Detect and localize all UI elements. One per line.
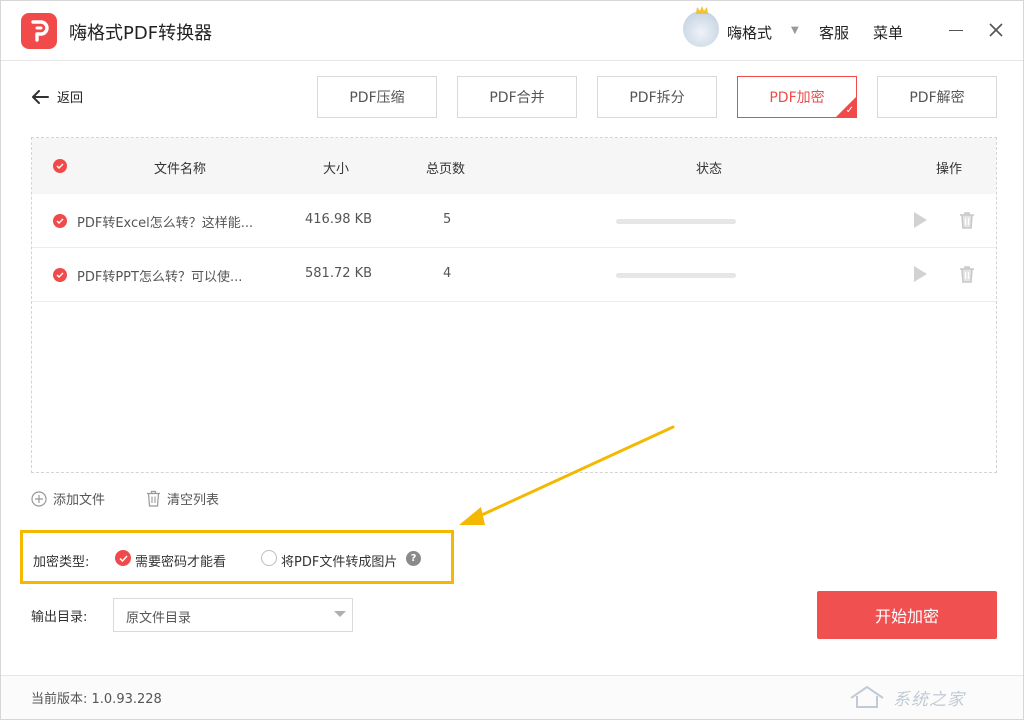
table-row[interactable]: PDF转Excel怎么转？这样能... 416.98 KB 5 <box>32 194 996 248</box>
add-file-button[interactable]: 添加文件 <box>31 489 105 508</box>
file-pages: 5 <box>443 212 452 227</box>
tab-pdf-merge[interactable]: PDF合并 <box>457 76 577 118</box>
arrow-left-icon <box>32 89 49 104</box>
tab-label: PDF压缩 <box>349 90 405 106</box>
crown-icon <box>696 6 708 14</box>
tab-pdf-decrypt[interactable]: PDF解密 <box>877 76 997 118</box>
encryption-type-label: 加密类型: <box>33 555 90 570</box>
customer-service-button[interactable]: 客服 <box>819 22 849 43</box>
header-actions: 操作 <box>936 162 963 177</box>
watermark: 系统之家 <box>847 684 965 710</box>
row-checkbox[interactable] <box>53 268 67 282</box>
close-icon[interactable] <box>988 22 1004 38</box>
clear-list-button[interactable]: 清空列表 <box>146 489 219 508</box>
play-icon[interactable] <box>914 212 927 228</box>
output-dir-select[interactable]: 原文件目录 <box>113 598 353 632</box>
app-title: 嗨格式PDF转换器 <box>69 23 213 44</box>
check-icon <box>56 272 64 278</box>
progress-bar <box>616 273 736 278</box>
chevron-down-icon <box>334 611 346 617</box>
check-icon <box>118 554 128 562</box>
back-button[interactable]: 返回 <box>31 87 83 106</box>
minimize-icon[interactable] <box>949 30 963 31</box>
row-checkbox[interactable] <box>53 214 67 228</box>
header-status: 状态 <box>696 162 723 177</box>
add-file-label: 添加文件 <box>53 493 106 508</box>
help-icon[interactable]: ? <box>406 551 421 566</box>
status-bar: 当前版本: 1.0.93.228 系统之家 <box>1 675 1023 719</box>
check-icon <box>56 218 64 224</box>
select-all-checkbox[interactable] <box>53 159 67 173</box>
radio-password[interactable] <box>115 550 131 566</box>
tab-label: PDF加密 <box>769 90 825 106</box>
tab-label: PDF合并 <box>489 90 545 106</box>
table-header: 文件名称 大小 总页数 状态 操作 <box>32 138 996 194</box>
radio-password-label[interactable]: 需要密码才能看 <box>135 551 226 570</box>
radio-convert-image-label[interactable]: 将PDF文件转成图片 <box>281 551 397 570</box>
file-size: 581.72 KB <box>305 266 373 281</box>
table-row[interactable]: PDF转PPT怎么转？可以使... 581.72 KB 4 <box>32 248 996 302</box>
menu-button[interactable]: 菜单 <box>873 22 903 43</box>
file-name: PDF转PPT怎么转？可以使... <box>77 270 243 285</box>
back-label: 返回 <box>57 91 84 106</box>
file-size: 416.98 KB <box>305 212 373 227</box>
tab-label: PDF解密 <box>909 90 965 106</box>
annotation-arrow <box>459 425 675 525</box>
title-bar: 嗨格式PDF转换器 嗨格式 ▼ 客服 菜单 <box>1 1 1023 61</box>
progress-bar <box>616 219 736 224</box>
app-window: 嗨格式PDF转换器 嗨格式 ▼ 客服 菜单 返回 PDF压缩 PDF合并 PDF… <box>0 0 1024 720</box>
start-encrypt-button[interactable]: 开始加密 <box>817 591 997 639</box>
user-avatar[interactable] <box>683 6 719 47</box>
output-dir-label: 输出目录: <box>31 610 88 625</box>
tab-pdf-compress[interactable]: PDF压缩 <box>317 76 437 118</box>
plus-circle-icon <box>31 490 47 507</box>
output-dir-value: 原文件目录 <box>126 611 192 626</box>
trash-icon <box>147 490 160 507</box>
trash-icon[interactable] <box>959 265 975 283</box>
check-icon: ✓ <box>845 105 854 116</box>
tab-pdf-split[interactable]: PDF拆分 <box>597 76 717 118</box>
watermark-text: 系统之家 <box>893 689 965 710</box>
radio-convert-image[interactable] <box>261 550 277 566</box>
app-logo-icon <box>21 13 57 49</box>
header-file-name: 文件名称 <box>154 162 207 177</box>
header-size: 大小 <box>323 162 350 177</box>
version-text: 当前版本: 1.0.93.228 <box>31 692 162 707</box>
house-logo-icon <box>850 685 884 708</box>
play-icon[interactable] <box>914 266 927 282</box>
tab-pdf-encrypt[interactable]: PDF加密 ✓ <box>737 76 857 118</box>
header-pages: 总页数 <box>426 162 466 177</box>
trash-icon[interactable] <box>959 211 975 229</box>
check-icon <box>56 163 64 169</box>
file-name: PDF转Excel怎么转？这样能... <box>77 216 254 231</box>
clear-list-label: 清空列表 <box>167 493 220 508</box>
encryption-type-group: 加密类型: 需要密码才能看 将PDF文件转成图片 ? <box>20 530 454 584</box>
tab-label: PDF拆分 <box>629 90 685 106</box>
username[interactable]: 嗨格式 <box>727 22 772 43</box>
file-pages: 4 <box>443 266 452 281</box>
chevron-down-icon[interactable]: ▼ <box>791 25 799 36</box>
